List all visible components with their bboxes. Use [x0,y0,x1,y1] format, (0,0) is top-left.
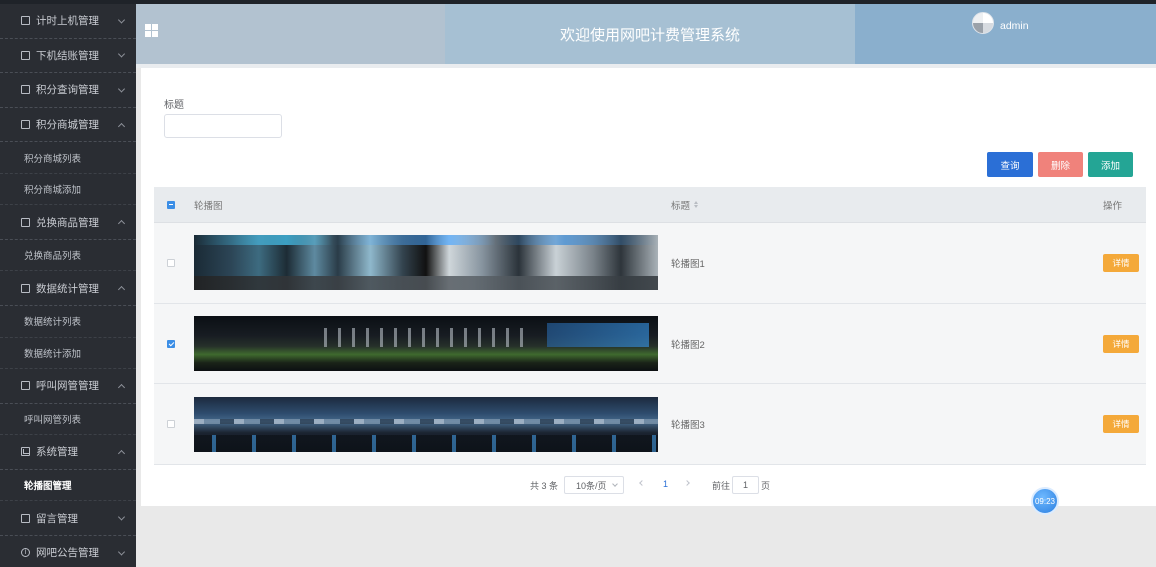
chevron-down-icon [612,481,618,487]
pagination-total: 共 3 条 [530,481,559,491]
sidebar-item-timed-session[interactable]: 计时上机管理 [0,4,136,39]
sidebar-item-call-admin[interactable]: 呼叫网管管理 [0,369,136,404]
sidebar-item-label: 计时上机管理 [36,15,99,28]
row-checkbox[interactable] [166,420,175,429]
carousel-image [194,235,658,291]
chevron-down-icon [117,513,126,521]
goto-unit: 页 [761,481,771,491]
chevron-up-icon [117,449,126,457]
clock-widget[interactable]: 09:23 [1031,487,1059,515]
sidebar-item-label: 呼叫网管管理 [36,380,99,393]
chevron-down-icon [117,50,126,58]
sidebar-item-label: 积分商城管理 [36,119,99,132]
sidebar-item-system[interactable]: 系统管理 [0,435,136,470]
carousel-image [194,396,658,452]
select-all-checkbox[interactable] [166,200,175,209]
sidebar-item-label: 兑换商品管理 [36,216,99,229]
title-search-input[interactable] [164,114,282,138]
detail-button[interactable]: 详情 [1103,415,1139,434]
table-row: 轮播图1 详情 [154,223,1146,304]
sidebar-item-points-query[interactable]: 积分查询管理 [0,73,136,108]
info-icon [21,547,30,558]
row-checkbox[interactable] [166,258,175,267]
edit-icon [21,513,30,523]
delete-button[interactable]: 删除 [1038,152,1083,177]
column-header-title[interactable]: 标题 [671,198,690,212]
title-label: 标题 [164,100,184,111]
sidebar-item-label: 留言管理 [36,512,78,525]
header-left [136,4,445,64]
chevron-down-icon [117,16,126,24]
header-right: admin [855,4,1156,64]
menu-toggle-icon[interactable] [145,24,158,37]
edit-icon [21,50,30,60]
sidebar-subitem-exchange-goods-list[interactable]: 兑换商品列表 [0,240,136,272]
page-size-select[interactable]: 10条/页 [564,476,624,494]
sidebar-item-exchange-goods[interactable]: 兑换商品管理 [0,205,136,240]
sidebar-subitem-carousel[interactable]: 轮播图管理 [0,470,136,502]
chevron-down-icon [117,548,126,556]
edit-icon [21,16,30,26]
main-content: 标题 查询 删除 添加 轮播图 标题 操作 轮播图1 详情 轮播图2 详情 轮播… [141,68,1156,506]
goto-label: 前往 [712,481,731,491]
page-number-current[interactable]: 1 [663,479,668,489]
page-title: 欢迎使用网吧计费管理系统 [445,4,855,64]
chevron-up-icon [117,286,126,294]
sidebar: 计时上机管理 下机结账管理 积分查询管理 积分商城管理 积分商城列表 积分商城添… [0,4,136,567]
detail-button[interactable]: 详情 [1103,334,1139,353]
row-title: 轮播图3 [671,420,705,432]
chevron-up-icon [117,383,126,391]
sidebar-subitem-statistics-add[interactable]: 数据统计添加 [0,338,136,370]
row-title: 轮播图2 [671,339,705,351]
sort-icon[interactable] [694,201,699,208]
sidebar-subitem-statistics-list[interactable]: 数据统计列表 [0,306,136,338]
chevron-up-icon [117,122,126,130]
column-header-image: 轮播图 [194,200,223,212]
carousel-table: 轮播图 标题 操作 轮播图1 详情 轮播图2 详情 轮播图3 详情 [154,187,1146,466]
edit-icon [21,120,30,130]
row-title: 轮播图1 [671,258,705,270]
sidebar-item-label: 数据统计管理 [36,282,99,295]
sidebar-item-checkout[interactable]: 下机结账管理 [0,39,136,74]
sidebar-item-label: 积分查询管理 [36,84,99,97]
avatar[interactable] [972,12,994,34]
add-button[interactable]: 添加 [1088,152,1133,177]
sidebar-item-label: 网吧公告管理 [36,547,99,560]
next-page-icon[interactable] [685,480,691,486]
page-size-value: 10条/页 [576,480,607,491]
edit-icon [21,381,30,391]
table-row: 轮播图3 详情 [154,384,1146,466]
prev-page-icon[interactable] [638,480,644,486]
sidebar-item-announcements[interactable]: 网吧公告管理 [0,536,136,567]
table-header: 轮播图 标题 操作 [154,187,1146,223]
header: 欢迎使用网吧计费管理系统 admin [136,4,1156,64]
column-header-action: 操作 [1103,200,1123,212]
footer-area [136,506,1156,567]
sidebar-item-statistics[interactable]: 数据统计管理 [0,271,136,307]
query-button[interactable]: 查询 [987,152,1033,177]
sidebar-subitem-call-admin-list[interactable]: 呼叫网管列表 [0,404,136,436]
row-checkbox[interactable] [166,339,175,348]
sidebar-subitem-points-mall-add[interactable]: 积分商城添加 [0,174,136,206]
edit-icon [21,217,30,227]
sidebar-item-messages[interactable]: 留言管理 [0,501,136,536]
goto-page-input[interactable]: 1 [732,476,759,494]
edit-icon [21,283,30,293]
pagination: 共 3 条 10条/页 1 前往 1 页 [141,476,1156,494]
chart-icon [21,447,30,457]
chevron-up-icon [117,220,126,228]
detail-button[interactable]: 详情 [1103,253,1139,272]
sidebar-subitem-points-mall-list[interactable]: 积分商城列表 [0,142,136,174]
sidebar-item-label: 下机结账管理 [36,49,99,62]
carousel-image [194,316,658,372]
edit-icon [21,85,30,95]
chevron-down-icon [117,85,126,93]
username[interactable]: admin [1000,20,1029,32]
table-row: 轮播图2 详情 [154,303,1146,385]
sidebar-item-label: 系统管理 [36,446,78,459]
sidebar-item-points-mall[interactable]: 积分商城管理 [0,108,136,143]
